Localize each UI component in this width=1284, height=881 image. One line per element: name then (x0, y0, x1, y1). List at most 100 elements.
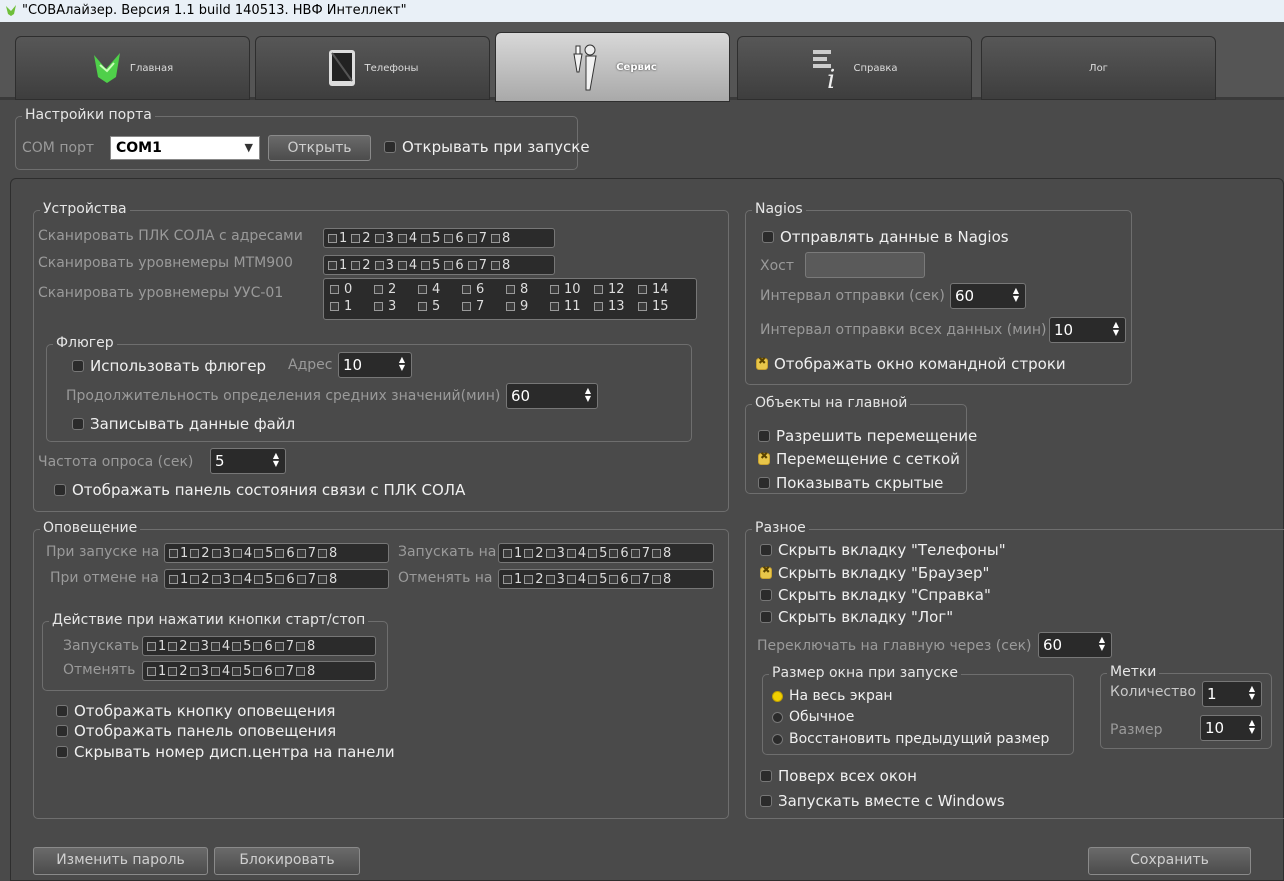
address-checkbox[interactable]: 5 (254, 572, 273, 587)
marks-count-spinbox[interactable]: 1 ▲ ▼ (1202, 681, 1262, 707)
address-checkbox[interactable]: 6 (444, 231, 464, 246)
tab-help[interactable]: i Справка (737, 36, 972, 100)
address-checkbox[interactable]: 2 (168, 664, 188, 679)
change-password-button[interactable]: Изменить пароль (33, 847, 208, 875)
action-run-address-strip[interactable]: 12345678 (142, 636, 376, 656)
address-checkbox[interactable]: 1 (169, 572, 188, 587)
address-checkbox[interactable]: 3 (374, 231, 394, 246)
poll-rate-spinbox[interactable]: 5 ▲ ▼ (210, 448, 286, 474)
address-checkbox[interactable]: 8 (506, 282, 528, 297)
normal-radio[interactable]: Обычное (772, 709, 854, 725)
address-checkbox[interactable]: 7 (467, 258, 487, 273)
address-checkbox[interactable]: 5 (588, 572, 607, 587)
address-checkbox[interactable]: 4 (397, 231, 417, 246)
address-checkbox[interactable]: 5 (232, 664, 251, 679)
address-checkbox[interactable]: 1 (147, 639, 166, 654)
hide-number-checkbox[interactable]: Скрывать номер дисп.центра на панели (56, 743, 395, 761)
address-checkbox[interactable]: 4 (397, 258, 417, 273)
address-checkbox[interactable]: 6 (609, 572, 629, 587)
address-checkbox[interactable]: 8 (490, 231, 510, 246)
host-input[interactable] (805, 252, 925, 278)
address-checkbox[interactable]: 6 (275, 546, 295, 561)
address-checkbox[interactable]: 1 (503, 546, 522, 561)
address-checkbox[interactable]: 8 (651, 546, 671, 561)
marks-size-spinbox[interactable]: 10 ▲ ▼ (1200, 715, 1262, 741)
tab-main[interactable]: Главная (15, 36, 250, 100)
address-checkbox[interactable]: 14 (638, 282, 669, 297)
address-checkbox[interactable]: 13 (594, 299, 625, 314)
open-port-button[interactable]: Открыть (268, 135, 371, 161)
address-checkbox[interactable]: 1 (328, 231, 347, 246)
address-checkbox[interactable]: 1 (169, 546, 188, 561)
address-checkbox[interactable]: 12 (594, 282, 625, 297)
address-checkbox[interactable]: 5 (418, 299, 440, 314)
switch-main-spinbox[interactable]: 60 ▲ ▼ (1038, 632, 1112, 658)
address-checkbox[interactable]: 3 (545, 572, 565, 587)
address-checkbox[interactable]: 4 (418, 282, 440, 297)
mtm-address-strip[interactable]: 12345678 (323, 255, 555, 275)
address-checkbox[interactable]: 0 (330, 282, 352, 297)
address-checkbox[interactable]: 1 (330, 299, 352, 314)
show-hidden-checkbox[interactable]: Показывать скрытые (758, 474, 943, 492)
address-checkbox[interactable]: 1 (147, 664, 166, 679)
address-checkbox[interactable]: 1 (503, 572, 522, 587)
address-checkbox[interactable]: 2 (374, 282, 396, 297)
restore-radio[interactable]: Восстановить предыдущий размер (772, 731, 1049, 747)
hide-log-checkbox[interactable]: Скрыть вкладку "Лог" (760, 608, 953, 626)
fullscreen-radio[interactable]: На весь экран (772, 688, 893, 704)
address-checkbox[interactable]: 5 (421, 231, 440, 246)
address-checkbox[interactable]: 4 (566, 572, 586, 587)
address-checkbox[interactable]: 6 (275, 572, 295, 587)
hide-help-checkbox[interactable]: Скрыть вкладку "Справка" (760, 586, 991, 604)
address-checkbox[interactable]: 8 (317, 572, 337, 587)
show-console-checkbox[interactable]: Отображать окно командной строки (756, 355, 1066, 373)
save-button[interactable]: Сохранить (1088, 847, 1251, 875)
address-checkbox[interactable]: 3 (189, 639, 209, 654)
address-checkbox[interactable]: 6 (253, 664, 273, 679)
interval-all-spinbox[interactable]: 10 ▲ ▼ (1049, 317, 1126, 343)
address-checkbox[interactable]: 4 (232, 546, 252, 561)
address-checkbox[interactable]: 10 (550, 282, 581, 297)
address-checkbox[interactable]: 5 (232, 639, 251, 654)
address-checkbox[interactable]: 2 (351, 231, 371, 246)
run-on-address-strip[interactable]: 12345678 (498, 543, 714, 563)
tab-phones[interactable]: Телефоны (255, 36, 490, 100)
interval-spinbox[interactable]: 60 ▲ ▼ (950, 283, 1026, 309)
address-checkbox[interactable]: 7 (630, 546, 650, 561)
address-checkbox[interactable]: 3 (374, 258, 394, 273)
action-cancel-address-strip[interactable]: 12345678 (142, 661, 376, 681)
cancel-on-address-strip[interactable]: 12345678 (498, 569, 714, 589)
address-checkbox[interactable]: 2 (524, 546, 544, 561)
address-checkbox[interactable]: 2 (351, 258, 371, 273)
address-checkbox[interactable]: 7 (296, 546, 316, 561)
address-checkbox[interactable]: 4 (232, 572, 252, 587)
address-checkbox[interactable]: 3 (545, 546, 565, 561)
address-checkbox[interactable]: 3 (211, 572, 231, 587)
duration-spinbox[interactable]: 60 ▲ ▼ (506, 383, 598, 409)
tab-log[interactable]: Лог (981, 36, 1216, 100)
address-checkbox[interactable]: 3 (374, 299, 396, 314)
hide-phones-checkbox[interactable]: Скрыть вкладку "Телефоны" (760, 541, 1006, 559)
address-checkbox[interactable]: 1 (328, 258, 347, 273)
show-status-panel-checkbox[interactable]: Отображать панель состояния связи с ПЛК … (54, 481, 465, 499)
address-checkbox[interactable]: 5 (588, 546, 607, 561)
open-on-start-checkbox[interactable]: Открывать при запуске (384, 138, 590, 156)
autostart-checkbox[interactable]: Запускать вместе с Windows (760, 792, 1005, 810)
send-nagios-checkbox[interactable]: Отправлять данные в Nagios (762, 228, 1009, 246)
hide-browser-checkbox[interactable]: Скрыть вкладку "Браузер" (760, 564, 989, 582)
address-checkbox[interactable]: 8 (490, 258, 510, 273)
address-checkbox[interactable]: 8 (295, 664, 315, 679)
show-notify-button-checkbox[interactable]: Отображать кнопку оповещения (56, 702, 335, 720)
address-checkbox[interactable]: 5 (254, 546, 273, 561)
on-top-checkbox[interactable]: Поверх всех окон (760, 767, 917, 785)
address-checkbox[interactable]: 8 (295, 639, 315, 654)
address-checkbox[interactable]: 6 (462, 282, 484, 297)
on-cancel-address-strip[interactable]: 12345678 (164, 569, 389, 589)
address-checkbox[interactable]: 5 (421, 258, 440, 273)
address-checkbox[interactable]: 2 (524, 572, 544, 587)
address-checkbox[interactable]: 2 (190, 572, 210, 587)
address-checkbox[interactable]: 6 (444, 258, 464, 273)
use-vane-checkbox[interactable]: Использовать флюгер (72, 357, 266, 375)
on-start-address-strip[interactable]: 12345678 (164, 543, 389, 563)
address-checkbox[interactable]: 4 (566, 546, 586, 561)
